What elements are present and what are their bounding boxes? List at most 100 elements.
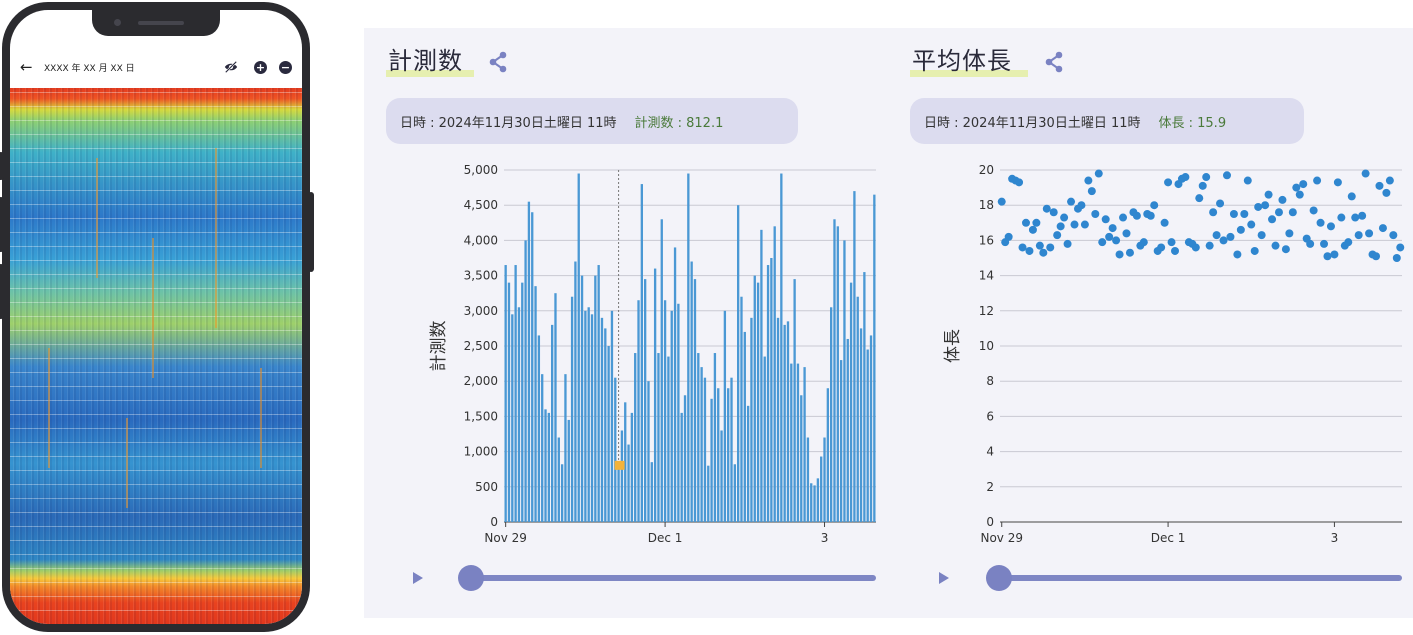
data-point (1056, 222, 1065, 231)
bar (554, 293, 557, 522)
bar (873, 194, 876, 522)
play-icon[interactable] (938, 572, 950, 584)
data-point (1358, 211, 1367, 220)
bar (580, 275, 584, 522)
bar (564, 374, 567, 522)
bar (524, 240, 527, 522)
bar (511, 314, 514, 522)
y-tick-label: 3,500 (464, 269, 498, 283)
data-point (1157, 243, 1166, 252)
data-point (1229, 210, 1238, 218)
data-point (1268, 215, 1277, 224)
data-point (1351, 213, 1360, 222)
bar (796, 363, 800, 522)
data-point (1306, 239, 1315, 248)
data-point (1257, 231, 1266, 240)
heatmap-streak (126, 418, 128, 508)
data-point (1077, 201, 1086, 210)
bar (653, 268, 657, 522)
bar (630, 412, 634, 522)
spectrogram-heatmap (10, 88, 302, 624)
count-time-slider[interactable] (460, 575, 876, 581)
data-point (1039, 248, 1048, 257)
bar (521, 282, 524, 522)
data-point (1385, 176, 1394, 185)
bar (813, 485, 816, 522)
bar (853, 191, 856, 522)
bar (829, 307, 833, 522)
data-point (1316, 218, 1325, 227)
zoom-in-icon[interactable]: + (254, 60, 267, 74)
eye-off-icon[interactable] (224, 60, 238, 74)
data-point (1060, 213, 1069, 222)
bar (574, 261, 577, 522)
length-scatter-chart[interactable]: 0 2 4 6 8 10 12 14 16 18 20 体長 Nov 29 Dec 1 3 (936, 158, 1412, 553)
y-tick-label: 20 (979, 163, 994, 177)
y-axis-label: 計測数 (429, 321, 449, 372)
bar (839, 360, 843, 522)
bar (793, 279, 796, 522)
bar (783, 324, 786, 522)
play-icon[interactable] (412, 572, 424, 584)
bar (597, 265, 600, 522)
bar (683, 395, 687, 522)
data-point (1243, 176, 1252, 185)
bar (663, 300, 667, 522)
data-point (1167, 238, 1176, 247)
count-slider-handle[interactable] (458, 565, 484, 591)
length-slider-handle[interactable] (986, 565, 1012, 591)
bar (604, 328, 607, 522)
bar (859, 328, 863, 522)
bar (810, 483, 813, 522)
zoom-out-icon[interactable]: − (279, 60, 292, 74)
bar (544, 409, 547, 522)
data-point (1004, 232, 1013, 241)
bar (776, 317, 780, 522)
bar (584, 310, 587, 522)
data-point (997, 197, 1006, 206)
data-point (1191, 243, 1200, 252)
bar (614, 377, 617, 522)
y-tick-label: 18 (979, 198, 994, 212)
bar (773, 226, 776, 522)
bar (703, 377, 707, 522)
data-point (1108, 224, 1117, 233)
bar (833, 219, 836, 522)
count-chart-title: 計測数 (388, 47, 463, 75)
data-point (1375, 181, 1384, 190)
data-point (1392, 254, 1401, 262)
bar (760, 229, 763, 522)
bar (560, 464, 564, 522)
share-icon[interactable] (486, 50, 510, 74)
bar (617, 464, 620, 522)
x-tick-label: Dec 1 (648, 531, 683, 545)
data-point (1021, 218, 1030, 227)
data-point (1181, 173, 1190, 182)
count-bar-chart[interactable]: 0 500 1,000 1,500 2,000 2,500 3,000 3,500 4,000 4… (404, 158, 884, 553)
heatmap-streak (96, 158, 98, 278)
arrow-left-icon[interactable]: ← (20, 58, 38, 76)
camera-icon (114, 19, 121, 26)
bar (577, 173, 580, 522)
data-point (1261, 201, 1270, 210)
share-icon[interactable] (1042, 50, 1066, 74)
data-point (1160, 218, 1169, 227)
data-point (1295, 190, 1304, 199)
bar (843, 240, 846, 522)
length-info-chip: 日時 : 2024年11月30日土曜日 11時 体長 : 15.9 (910, 98, 1304, 144)
data-point (1323, 252, 1332, 261)
bar (687, 173, 690, 522)
data-point (1382, 188, 1391, 197)
bar (856, 296, 859, 522)
speaker-grille (138, 21, 184, 25)
bar (620, 430, 624, 522)
y-tick-label: 16 (979, 233, 994, 247)
chip-datetime: 日時 : 2024年11月30日土曜日 11時 (400, 115, 617, 131)
bar (537, 335, 541, 522)
length-time-slider[interactable] (988, 575, 1402, 581)
data-point (1292, 183, 1301, 192)
data-point (1146, 211, 1155, 220)
y-axis-label: 体長 (943, 329, 963, 363)
data-point (1112, 236, 1121, 245)
y-tick-label: 12 (979, 304, 994, 318)
